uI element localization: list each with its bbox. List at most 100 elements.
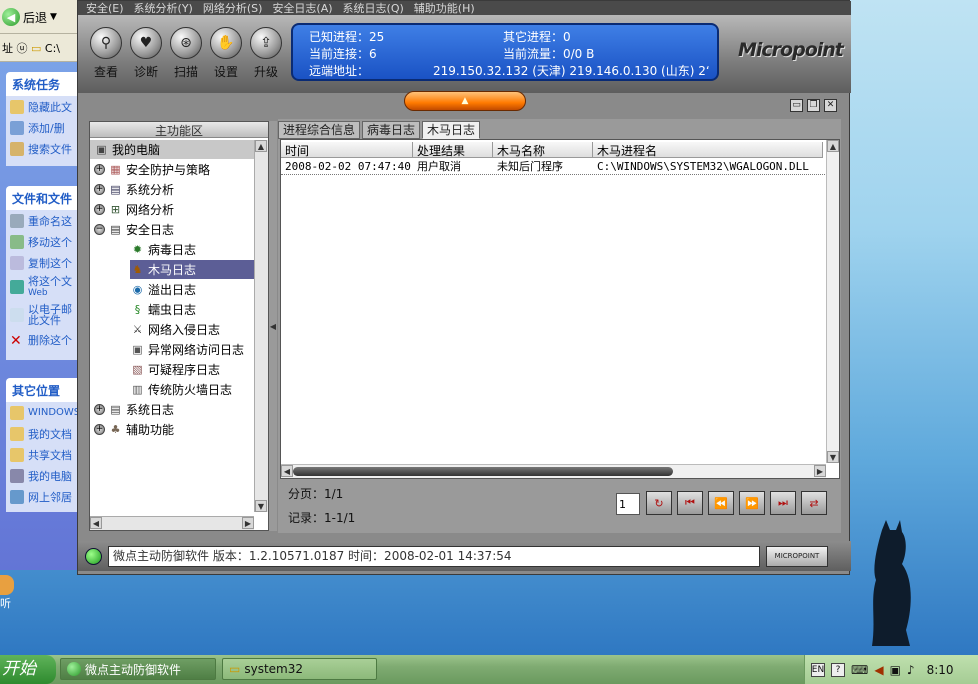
column-header-2[interactable]: 木马名称: [493, 142, 593, 158]
start-button[interactable]: 开始: [0, 655, 56, 684]
export-button[interactable]: ⇄: [801, 491, 827, 515]
scroll-up-icon[interactable]: ▲: [255, 140, 267, 152]
task-publish-web[interactable]: 将这个文 Web: [6, 273, 80, 301]
panel-splitter[interactable]: ◀: [269, 121, 277, 531]
task-system32[interactable]: ▭ system32: [222, 658, 377, 680]
task-delete[interactable]: ✕ 删除这个: [6, 329, 80, 350]
menu-item-2[interactable]: 网络分析(S): [203, 1, 263, 15]
system-tasks-header[interactable]: 系统任务: [6, 72, 80, 96]
task-email[interactable]: 以电子邮 此文件: [6, 301, 80, 329]
tree-node-5[interactable]: ✹ 病毒日志: [130, 240, 254, 259]
refresh-button[interactable]: ↻: [646, 491, 672, 515]
pager-bar: 分页：1/1 记录：1-1/1 ↻ ⏮ ⏪ ⏩ ⏭ ⇄: [278, 481, 841, 533]
place-network[interactable]: 网上邻居: [6, 486, 80, 507]
address-bar[interactable]: 址 ⓤ ▭ C:\: [0, 34, 80, 62]
tree-node-10[interactable]: ▣ 异常网络访问日志: [130, 340, 254, 359]
tool-button-2[interactable]: ⊛ 扫描: [166, 27, 206, 80]
expand-icon[interactable]: +: [94, 204, 105, 215]
expand-icon[interactable]: +: [94, 184, 105, 195]
tree-node-7[interactable]: ◉ 溢出日志: [130, 280, 254, 299]
tool-button-1[interactable]: ♥ 诊断: [126, 27, 166, 80]
scroll-up-icon[interactable]: ▲: [827, 140, 839, 152]
tree-node-13[interactable]: + ▤ 系统日志: [94, 400, 250, 419]
scan-icon: ⊛: [170, 27, 202, 59]
refresh-icon: ↻: [654, 496, 664, 510]
chevron-down-icon[interactable]: ▼: [50, 12, 57, 22]
tree-horizontal-scrollbar[interactable]: ◀ ▶: [90, 516, 254, 530]
column-header-0[interactable]: 时间: [281, 142, 413, 158]
tree-node-14[interactable]: + ♣ 辅助功能: [94, 420, 250, 439]
table-row[interactable]: 2008-02-02 07:47:40 用户取消 未知后门程序 C:\WINDOWS\…: [281, 159, 825, 175]
scroll-down-icon[interactable]: ▼: [255, 500, 267, 512]
scroll-left-icon[interactable]: ◀: [281, 465, 293, 477]
task-rename[interactable]: 重命名这: [6, 210, 80, 231]
tree-node-9[interactable]: ⚔ 网络入侵日志: [130, 320, 254, 339]
tree-node-2[interactable]: + ▤ 系统分析: [94, 180, 250, 199]
table-horizontal-scrollbar[interactable]: ◀ ▶: [281, 464, 826, 478]
task-add-remove[interactable]: 添加/删: [6, 117, 80, 138]
last-page-button[interactable]: ⏭: [770, 491, 796, 515]
tree-node-1[interactable]: + ▦ 安全防护与策略: [94, 160, 250, 179]
place-windows[interactable]: WINDOWS: [6, 402, 80, 423]
back-button[interactable]: ◀ 后退 ▼: [2, 6, 74, 28]
task-copy[interactable]: 复制这个: [6, 252, 80, 273]
tab-0[interactable]: 进程综合信息: [278, 121, 361, 139]
help-icon[interactable]: ?: [831, 662, 845, 677]
task-search[interactable]: 搜索文件: [6, 138, 80, 159]
tab-2[interactable]: 木马日志: [422, 121, 481, 139]
collapse-icon[interactable]: −: [94, 224, 105, 235]
task-micropoint[interactable]: 微点主动防御软件: [60, 658, 216, 680]
other-places-header[interactable]: 其它位置: [6, 378, 80, 402]
place-my-documents[interactable]: 我的文档: [6, 423, 80, 444]
task-move[interactable]: 移动这个: [6, 231, 80, 252]
expand-icon[interactable]: +: [94, 424, 105, 435]
scroll-left-icon[interactable]: ◀: [90, 517, 102, 529]
tree-node-4[interactable]: − ▤ 安全日志: [94, 220, 250, 239]
desktop-icon[interactable]: 听: [0, 575, 20, 625]
prev-page-button[interactable]: ⏪: [708, 491, 734, 515]
close-button[interactable]: ✕: [824, 99, 837, 112]
scroll-right-icon[interactable]: ▶: [814, 465, 826, 477]
menu-item-3[interactable]: 安全日志(A): [272, 1, 332, 15]
micropoint-badge[interactable]: MICROPOINT: [766, 546, 828, 567]
page-number-input[interactable]: [616, 493, 640, 515]
file-tasks-header[interactable]: 文件和文件: [6, 186, 80, 210]
expand-icon[interactable]: +: [94, 164, 105, 175]
menu-item-4[interactable]: 系统日志(Q): [343, 1, 404, 15]
expand-icon[interactable]: +: [94, 404, 105, 415]
tree-node-12[interactable]: ▥ 传统防火墙日志: [130, 380, 254, 399]
task-hide[interactable]: 隐藏此文: [6, 96, 80, 117]
place-my-computer[interactable]: 我的电脑: [6, 465, 80, 486]
network-icon[interactable]: ▣: [890, 663, 901, 677]
tree-node-0[interactable]: ▣ 我的电脑: [90, 140, 254, 159]
tool-button-0[interactable]: ⚲ 查看: [86, 27, 126, 80]
language-indicator[interactable]: EN: [811, 662, 825, 677]
next-page-button[interactable]: ⏩: [739, 491, 765, 515]
tree-node-3[interactable]: + ⊞ 网络分析: [94, 200, 250, 219]
ime-icon[interactable]: ⌨: [851, 663, 868, 677]
virus-icon: ✹: [132, 243, 143, 256]
menu-item-5[interactable]: 辅助功能(H): [414, 1, 475, 15]
scroll-down-icon[interactable]: ▼: [827, 451, 839, 463]
menu-item-1[interactable]: 系统分析(Y): [134, 1, 193, 15]
scroll-right-icon[interactable]: ▶: [242, 517, 254, 529]
speaker-icon[interactable]: ♪: [907, 663, 915, 677]
tree-node-6[interactable]: ♞ 木马日志: [130, 260, 254, 279]
tool-button-3[interactable]: ✋ 设置: [206, 27, 246, 80]
tray-expand-icon[interactable]: ◀: [874, 663, 883, 677]
tab-1[interactable]: 病毒日志: [362, 121, 421, 139]
place-shared-documents[interactable]: 共享文档: [6, 444, 80, 465]
tree-vertical-scrollbar[interactable]: ▲ ▼: [254, 140, 268, 512]
collapse-toolbar-button[interactable]: ▲: [404, 91, 526, 111]
table-vertical-scrollbar[interactable]: ▲ ▼: [826, 140, 839, 463]
menu-item-0[interactable]: 安全(E): [86, 1, 124, 15]
column-header-3[interactable]: 木马进程名: [593, 142, 823, 158]
tool-button-4[interactable]: ⇪ 升级: [246, 27, 286, 80]
column-header-1[interactable]: 处理结果: [413, 142, 493, 158]
tree-node-8[interactable]: § 蠕虫日志: [130, 300, 254, 319]
scroll-thumb[interactable]: [293, 467, 673, 476]
minimize-button[interactable]: ▭: [790, 99, 803, 112]
first-page-button[interactable]: ⏮: [677, 491, 703, 515]
restore-button[interactable]: ❐: [807, 99, 820, 112]
tree-node-11[interactable]: ▧ 可疑程序日志: [130, 360, 254, 379]
